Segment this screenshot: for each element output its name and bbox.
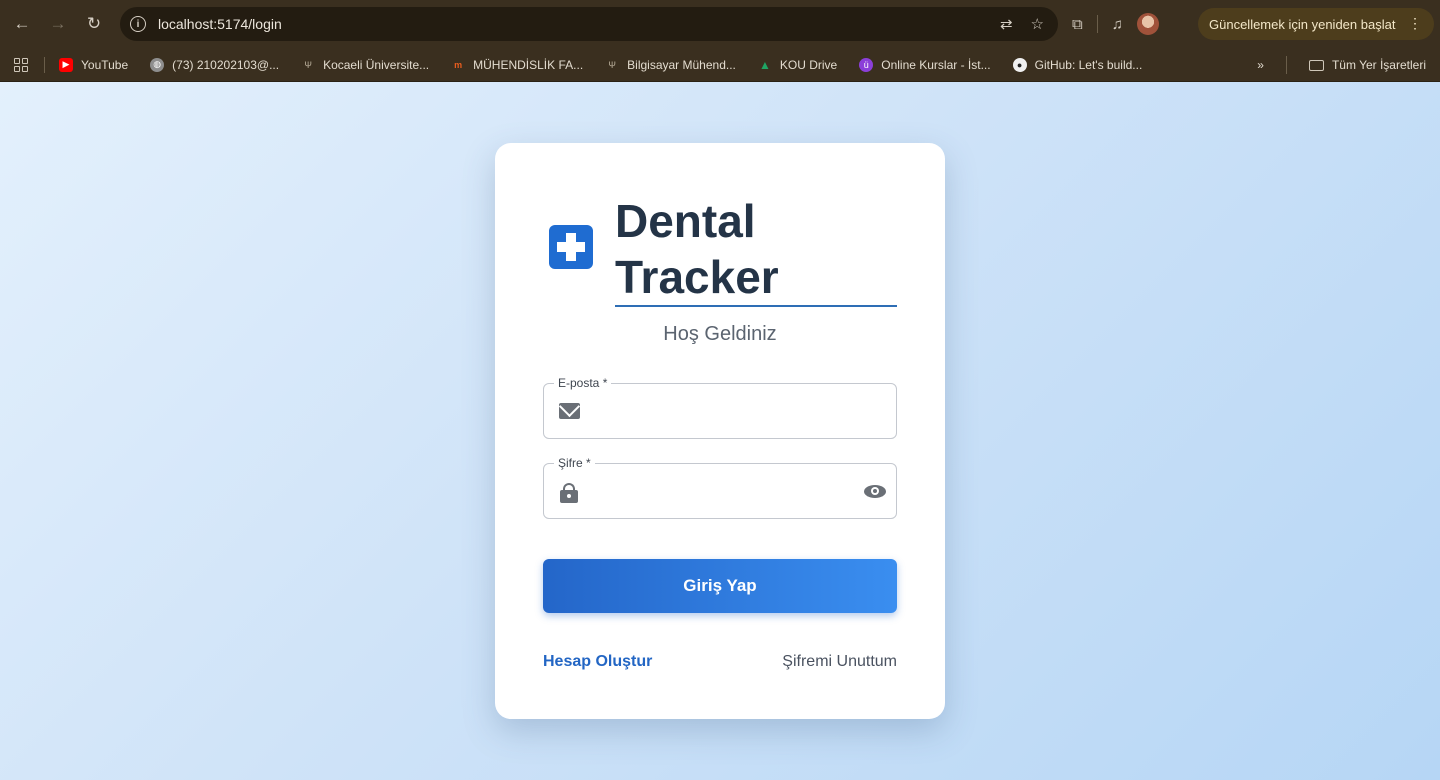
bookmark-youtube[interactable]: ▶ YouTube (59, 57, 129, 72)
password-input[interactable] (594, 474, 854, 508)
apps-grid-icon[interactable] (14, 57, 28, 72)
password-field[interactable]: Şifre * (543, 456, 897, 519)
bookmarks-overflow-icon[interactable]: » (1257, 58, 1264, 72)
folder-icon (1308, 59, 1324, 71)
bookmark-kou-drive[interactable]: ▲ KOU Drive (758, 58, 837, 72)
forgot-password-link[interactable]: Şifremi Unuttum (782, 653, 897, 671)
site-info-icon[interactable]: i (130, 16, 146, 32)
update-restart-label: Güncellemek için yeniden başlat (1209, 16, 1396, 32)
university-icon: Ψ (304, 59, 312, 70)
profile-avatar[interactable] (1136, 13, 1159, 35)
eye-icon[interactable] (864, 483, 886, 499)
bookmark-label: YouTube (81, 57, 129, 72)
address-bar[interactable]: i localhost:5174/login ⇄ ☆ (120, 7, 1058, 41)
all-bookmarks-button[interactable]: Tüm Yer İşaretleri (1308, 58, 1426, 72)
all-bookmarks-label: Tüm Yer İşaretleri (1331, 58, 1426, 72)
menu-dots-icon[interactable]: ⋮ (1408, 15, 1422, 32)
globe-icon: ◍ (150, 57, 165, 72)
toolbar-divider (1096, 15, 1098, 33)
email-field[interactable]: E-posta * (543, 376, 897, 439)
password-label: Şifre * (554, 456, 595, 470)
github-icon: ● (1012, 57, 1027, 72)
youtube-icon: ▶ (59, 57, 73, 72)
bookmark-label: Online Kurslar - İst... (881, 57, 991, 72)
bookmark-kocaeli[interactable]: Ψ Kocaeli Üniversite... (301, 58, 429, 72)
login-button[interactable]: Giriş Yap (543, 559, 897, 613)
app-title-line1: Dental (615, 195, 756, 247)
bookmark-github[interactable]: ● GitHub: Let's build... (1012, 57, 1143, 72)
extensions-icon[interactable]: ⧉ (1072, 16, 1083, 33)
bookmarks-bar: ▶ YouTube ◍ (73) 210202103@... Ψ Kocaeli… (0, 48, 1440, 82)
moodle-icon: m (454, 59, 463, 70)
bookmark-label: (73) 210202103@... (172, 57, 280, 72)
bookmarks-divider (1285, 56, 1287, 74)
lock-icon (560, 483, 578, 503)
mail-icon (559, 403, 580, 419)
login-card: Dental Tracker Hoş Geldiniz E-posta * Şi… (495, 143, 945, 719)
university-icon: Ψ (608, 59, 616, 70)
bookmark-online-kurslar[interactable]: ü Online Kurslar - İst... (859, 57, 991, 72)
bookmark-label: Bilgisayar Mühend... (627, 57, 736, 72)
create-account-link[interactable]: Hesap Oluştur (543, 653, 652, 671)
app-title: Dental Tracker (615, 193, 897, 305)
welcome-subtitle: Hoş Geldiniz (663, 323, 777, 345)
drive-icon: ▲ (758, 57, 771, 72)
course-icon: ü (859, 57, 874, 72)
title-underline (615, 305, 897, 307)
url-text[interactable]: localhost:5174/login (158, 16, 282, 32)
bookmark-label: KOU Drive (779, 57, 838, 72)
app-title-line2: Tracker (615, 251, 779, 303)
bookmark-mail[interactable]: ◍ (73) 210202103@... (150, 57, 280, 72)
bookmark-bilgisayar[interactable]: Ψ Bilgisayar Mühend... (605, 58, 736, 72)
back-arrow-icon[interactable]: ← (4, 6, 40, 42)
medical-cross-icon (549, 225, 593, 269)
email-label: E-posta * (554, 376, 612, 390)
media-controls-icon[interactable]: ♫ (1112, 16, 1123, 33)
translate-icon[interactable]: ⇄ (1000, 15, 1013, 33)
bookmark-label: GitHub: Let's build... (1034, 57, 1143, 72)
login-page: Dental Tracker Hoş Geldiniz E-posta * Şi… (0, 82, 1440, 780)
browser-toolbar: ← → ↻ i localhost:5174/login ⇄ ☆ ⧉ ♫ Gün… (0, 0, 1440, 48)
bookmark-muhendislik[interactable]: m MÜHENDİSLİK FA... (451, 58, 583, 72)
bookmark-label: Kocaeli Üniversite... (323, 57, 430, 72)
reload-icon[interactable]: ↻ (76, 6, 112, 42)
bookmarks-divider (44, 56, 45, 73)
forward-arrow-icon[interactable]: → (40, 6, 76, 42)
email-input[interactable] (594, 394, 854, 428)
update-restart-button[interactable]: Güncellemek için yeniden başlat ⋮ (1198, 8, 1434, 40)
bookmark-label: MÜHENDİSLİK FA... (473, 57, 584, 72)
bookmark-star-icon[interactable]: ☆ (1031, 15, 1044, 33)
